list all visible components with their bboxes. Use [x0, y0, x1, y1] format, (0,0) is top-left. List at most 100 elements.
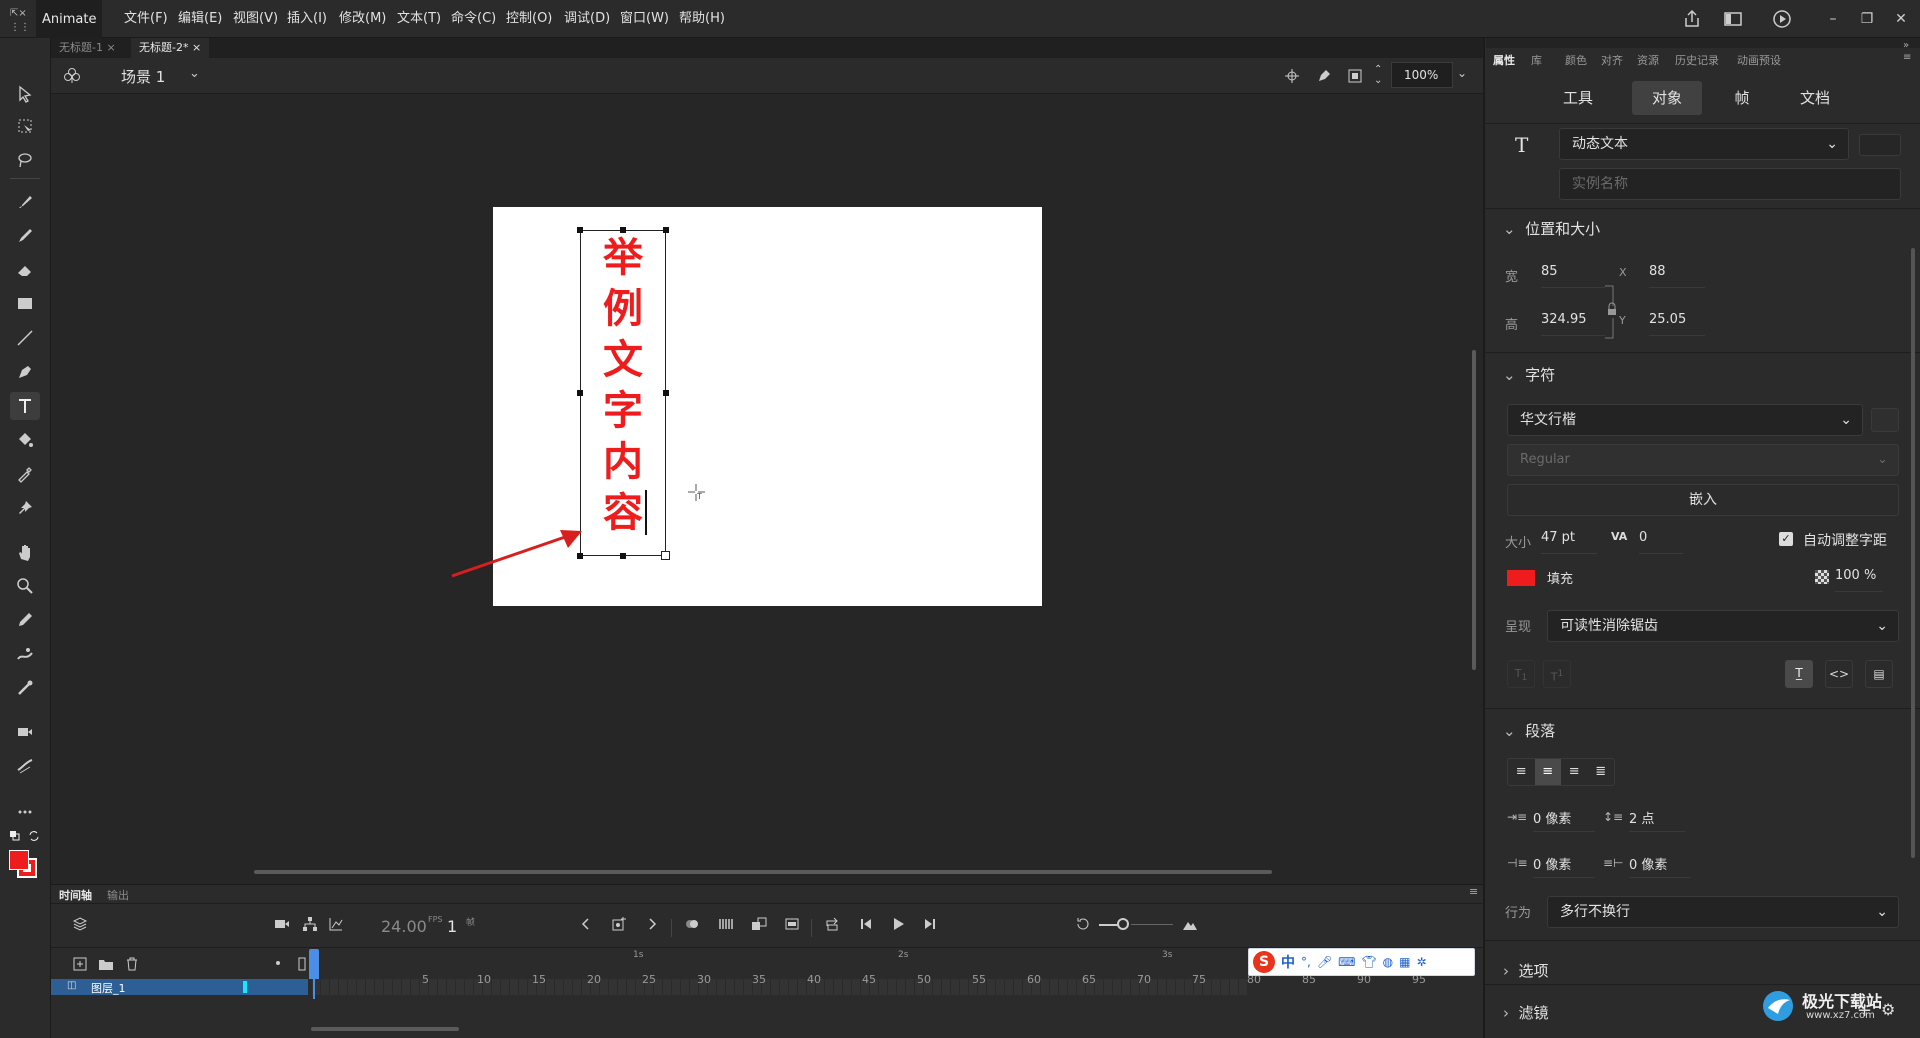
tab-properties[interactable]: 属性	[1493, 52, 1515, 68]
scene-clubs-icon[interactable]	[63, 67, 81, 85]
resize-corner-handle[interactable]	[661, 551, 670, 560]
layers-icon[interactable]	[69, 913, 91, 935]
hand-tool-icon[interactable]	[10, 538, 40, 566]
app-grid-icon[interactable]: ⇱× ⋮⋮	[6, 4, 32, 34]
behavior-select[interactable]: 多行不换行 ⌄	[1547, 896, 1899, 928]
align-justify-icon[interactable]: ≣	[1588, 759, 1615, 785]
subscript-button[interactable]: T1	[1507, 660, 1535, 688]
right-margin-input[interactable]: 0 像素	[1629, 854, 1691, 878]
timeline-zoom-slider-track[interactable]	[1131, 924, 1173, 925]
ime-game-icon[interactable]: ◍	[1383, 955, 1393, 969]
height-input[interactable]: 324.95	[1541, 312, 1605, 336]
tab-output[interactable]: 输出	[107, 887, 129, 903]
ime-punctuation-icon[interactable]: °,	[1301, 955, 1311, 969]
menu-control[interactable]: 控制(O)	[506, 0, 552, 38]
align-right-icon[interactable]: ≡	[1561, 759, 1588, 785]
pin-tool-icon[interactable]	[10, 494, 40, 522]
edit-multiple-frames-icon[interactable]	[715, 913, 737, 935]
more-tools-icon[interactable]	[10, 798, 40, 826]
width-input[interactable]: 85	[1541, 264, 1605, 288]
step-forward-icon[interactable]	[919, 913, 941, 935]
font-style-select[interactable]: Regular ⌄	[1507, 444, 1899, 476]
menu-commands[interactable]: 命令(C)	[451, 0, 496, 38]
loop-playback-icon[interactable]	[821, 913, 843, 935]
swap-colors-icon[interactable]	[28, 830, 40, 842]
font-family-select[interactable]: 华文行楷 ⌄	[1507, 404, 1863, 436]
asset-warp-tool-icon[interactable]	[10, 640, 40, 668]
play-icon[interactable]	[887, 913, 909, 935]
share-icon[interactable]	[1682, 9, 1702, 29]
restore-button[interactable]: ❐	[1850, 0, 1884, 38]
fps-value[interactable]: 24.00	[381, 917, 427, 936]
graph-icon[interactable]	[325, 913, 347, 935]
new-layer-icon[interactable]	[69, 953, 91, 975]
panel-menu-icon[interactable]: ≡	[1903, 52, 1911, 63]
stage-text[interactable]: 举 例 文 字 内 容	[588, 232, 658, 538]
ime-keyboard-icon[interactable]: ⌨	[1338, 955, 1355, 969]
stroke-color-swatch[interactable]	[9, 850, 29, 870]
frame-ruler[interactable]	[312, 955, 1247, 981]
menu-view[interactable]: 视图(V)	[233, 0, 278, 38]
tab-history[interactable]: 历史记录	[1675, 52, 1719, 68]
menu-file[interactable]: 文件(F)	[124, 0, 168, 38]
transform-handle[interactable]	[577, 390, 583, 396]
clip-stage-icon[interactable]	[1347, 68, 1363, 84]
anti-alias-select[interactable]: 可读性消除锯齿 ⌄	[1547, 610, 1899, 642]
tab-timeline[interactable]: 时间轴	[59, 887, 92, 903]
tab-frame[interactable]: 帧	[1709, 81, 1775, 115]
menu-window[interactable]: 窗口(W)	[620, 0, 669, 38]
pen-tool-icon[interactable]	[10, 358, 40, 386]
tab-library[interactable]: 库	[1531, 52, 1542, 68]
layer-row[interactable]: ◫ 图层_1	[51, 979, 308, 995]
y-input[interactable]: 25.05	[1649, 312, 1705, 336]
transform-handle[interactable]	[620, 553, 626, 559]
auto-kern-checkbox[interactable]: ✓	[1779, 532, 1793, 546]
selectable-text-button[interactable]: T̲	[1785, 660, 1813, 688]
font-size-input[interactable]: 47 pt	[1541, 530, 1597, 554]
menu-modify[interactable]: 修改(M)	[339, 0, 386, 38]
section-paragraph[interactable]: ⌄ 段落	[1503, 720, 1555, 741]
menu-edit[interactable]: 编辑(E)	[178, 0, 222, 38]
tab-document[interactable]: 文档	[1782, 81, 1848, 115]
selection-tool-icon[interactable]	[10, 80, 40, 108]
ime-logo-icon[interactable]: S	[1253, 951, 1275, 973]
scene-dropdown-chevron-icon[interactable]: ⌄	[189, 66, 200, 81]
new-folder-icon[interactable]	[95, 953, 117, 975]
menu-debug[interactable]: 调试(D)	[564, 0, 610, 38]
previous-keyframe-icon[interactable]	[575, 913, 597, 935]
scene-name[interactable]: 场景 1	[121, 66, 165, 87]
x-input[interactable]: 88	[1649, 264, 1705, 288]
lock-proportions-icon[interactable]	[1603, 282, 1619, 342]
ime-skin-icon[interactable]: 👕︎	[1361, 955, 1376, 969]
font-options-button[interactable]	[1871, 408, 1899, 432]
menu-help[interactable]: 帮助(H)	[679, 0, 725, 38]
convert-frames-icon[interactable]	[781, 913, 803, 935]
tab-object[interactable]: 对象	[1632, 81, 1702, 115]
section-position-size[interactable]: ⌄ 位置和大小	[1503, 218, 1600, 239]
timeline-zoom-slider-thumb[interactable]	[1117, 918, 1129, 930]
free-transform-tool-icon[interactable]	[10, 112, 40, 140]
text-border-button[interactable]: ▤	[1865, 660, 1893, 688]
tab-untitled-2[interactable]: 无标题-2* ×	[131, 38, 210, 58]
workspace-layout-icon[interactable]	[1723, 9, 1743, 29]
center-playhead-icon[interactable]	[1072, 913, 1094, 935]
zoom-out-line[interactable]	[1099, 924, 1119, 926]
superscript-button[interactable]: T1	[1543, 660, 1571, 688]
text-type-select[interactable]: 动态文本 ⌄	[1559, 128, 1849, 160]
paint-bucket-tool-icon[interactable]	[10, 426, 40, 454]
horizontal-scrollbar[interactable]	[254, 870, 1272, 874]
layer-color-marker[interactable]	[243, 981, 247, 993]
step-back-icon[interactable]	[855, 913, 877, 935]
current-frame[interactable]: 1	[447, 917, 457, 936]
transform-handle[interactable]	[663, 390, 669, 396]
align-center-icon[interactable]: ≡	[1534, 759, 1561, 785]
section-filters[interactable]: › 滤镜	[1503, 1002, 1549, 1023]
next-keyframe-icon[interactable]	[641, 913, 663, 935]
zoom-mountain-icon[interactable]	[1179, 913, 1201, 935]
camera-icon[interactable]	[271, 913, 293, 935]
test-movie-icon[interactable]	[1772, 9, 1792, 29]
paint-brush-tool-icon[interactable]	[10, 188, 40, 216]
zoom-tool-icon[interactable]	[10, 572, 40, 600]
left-margin-input[interactable]: 0 像素	[1533, 854, 1595, 878]
instance-name-input[interactable]: 实例名称	[1559, 168, 1901, 200]
